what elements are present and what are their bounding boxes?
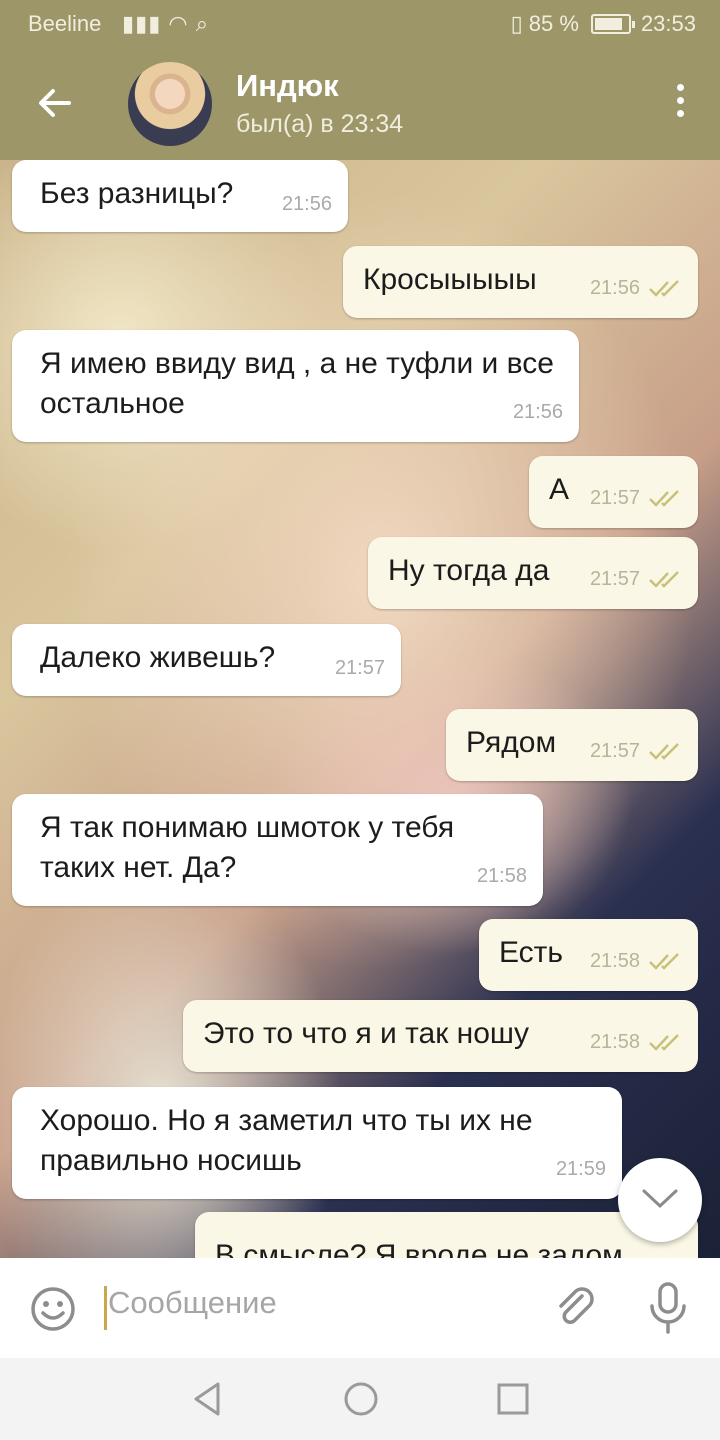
nav-back-icon[interactable] bbox=[190, 1380, 224, 1418]
system-navigation-bar bbox=[0, 1358, 720, 1440]
message-text: В смысле? Я вроде не задом bbox=[215, 1239, 623, 1258]
message-time: 21:56 bbox=[281, 193, 332, 215]
message-time: 21:57 bbox=[589, 487, 640, 509]
double-check-icon bbox=[648, 489, 682, 507]
battery-icon bbox=[590, 14, 635, 34]
carrier-name: Beeline bbox=[28, 11, 102, 36]
message-time: 21:58 bbox=[589, 950, 640, 972]
message-time: 21:56 bbox=[512, 401, 563, 423]
message-bubble-outgoing[interactable]: Ну тогда да 21:57 bbox=[368, 537, 698, 609]
message-text: Я имею ввиду вид , а не туфли и все оста… bbox=[40, 347, 554, 420]
arrow-left-icon bbox=[39, 89, 71, 117]
battery-percent: 85 % bbox=[528, 11, 579, 36]
message-bubble-incoming[interactable]: Я имею ввиду вид , а не туфли и все оста… bbox=[12, 330, 579, 442]
paperclip-icon bbox=[559, 1287, 594, 1324]
microphone-icon bbox=[650, 1282, 686, 1334]
double-check-icon bbox=[648, 742, 682, 760]
double-check-icon bbox=[648, 279, 682, 297]
message-bubble-outgoing[interactable]: Кросыыыыы 21:56 bbox=[343, 246, 698, 318]
message-bubble-outgoing[interactable]: Есть 21:58 bbox=[479, 919, 698, 991]
message-bubble-outgoing[interactable]: А 21:57 bbox=[529, 456, 698, 528]
message-text: Я так понимаю шмоток у тебя таких нет. Д… bbox=[40, 811, 455, 884]
chat-messages-area[interactable]: Без разницы? 21:56 Кросыыыыы 21:56 Я име… bbox=[0, 160, 720, 1258]
signal-wifi-search-icons: ▮▮▮ ◠ ⌕ bbox=[122, 11, 210, 36]
message-bubble-outgoing[interactable]: Рядом 21:57 bbox=[446, 709, 698, 781]
battery-level-fill bbox=[594, 18, 622, 30]
double-check-icon bbox=[648, 1033, 682, 1051]
message-text: Хорошо. Но я заметил что ты их не правил… bbox=[40, 1104, 533, 1177]
attach-button[interactable] bbox=[552, 1284, 600, 1336]
more-vertical-icon bbox=[676, 84, 684, 91]
message-bubble-incoming[interactable]: Я так понимаю шмоток у тебя таких нет. Д… bbox=[12, 794, 543, 906]
emoji-icon bbox=[31, 1287, 75, 1331]
text-cursor bbox=[104, 1286, 107, 1330]
more-options-button[interactable] bbox=[670, 84, 690, 128]
vibrate-icon: ▯ bbox=[510, 11, 523, 36]
nav-home-icon[interactable] bbox=[342, 1380, 380, 1418]
chevron-down-icon bbox=[642, 1189, 678, 1209]
contact-avatar[interactable] bbox=[128, 62, 212, 146]
back-button[interactable] bbox=[30, 78, 80, 128]
message-time: 21:59 bbox=[555, 1158, 606, 1180]
contact-name[interactable]: Индюк bbox=[236, 68, 339, 104]
chat-header: Индюк был(а) в 23:34 bbox=[0, 48, 720, 160]
message-time: 21:58 bbox=[476, 865, 527, 887]
clock: 23:53 bbox=[640, 11, 696, 36]
double-check-icon bbox=[648, 570, 682, 588]
message-text: Далеко живешь? bbox=[40, 641, 276, 674]
message-time: 21:58 bbox=[589, 1031, 640, 1053]
voice-record-button[interactable] bbox=[646, 1280, 690, 1340]
last-seen-status: был(а) в 23:34 bbox=[236, 110, 404, 138]
message-time: 21:56 bbox=[589, 277, 640, 299]
message-input[interactable]: Сообщение bbox=[108, 1285, 277, 1321]
nav-recents-icon[interactable] bbox=[496, 1380, 530, 1418]
message-input-bar: Сообщение bbox=[0, 1258, 720, 1358]
scroll-to-bottom-button[interactable] bbox=[618, 1158, 702, 1242]
double-check-icon bbox=[648, 952, 682, 970]
message-time: 21:57 bbox=[334, 657, 385, 679]
message-time: 21:57 bbox=[589, 740, 640, 762]
message-bubble-outgoing[interactable]: Это то что я и так ношу 21:58 bbox=[183, 1000, 698, 1072]
status-bar: Beeline ▮▮▮ ◠ ⌕ ▯ 85 % 23:53 bbox=[0, 0, 720, 48]
message-bubble-incoming[interactable]: Далеко живешь? 21:57 bbox=[12, 624, 401, 696]
message-bubble-incoming[interactable]: Без разницы? 21:56 bbox=[12, 160, 348, 232]
message-bubble-incoming[interactable]: Хорошо. Но я заметил что ты их не правил… bbox=[12, 1087, 622, 1199]
message-time: 21:57 bbox=[589, 568, 640, 590]
emoji-button[interactable] bbox=[28, 1284, 78, 1338]
